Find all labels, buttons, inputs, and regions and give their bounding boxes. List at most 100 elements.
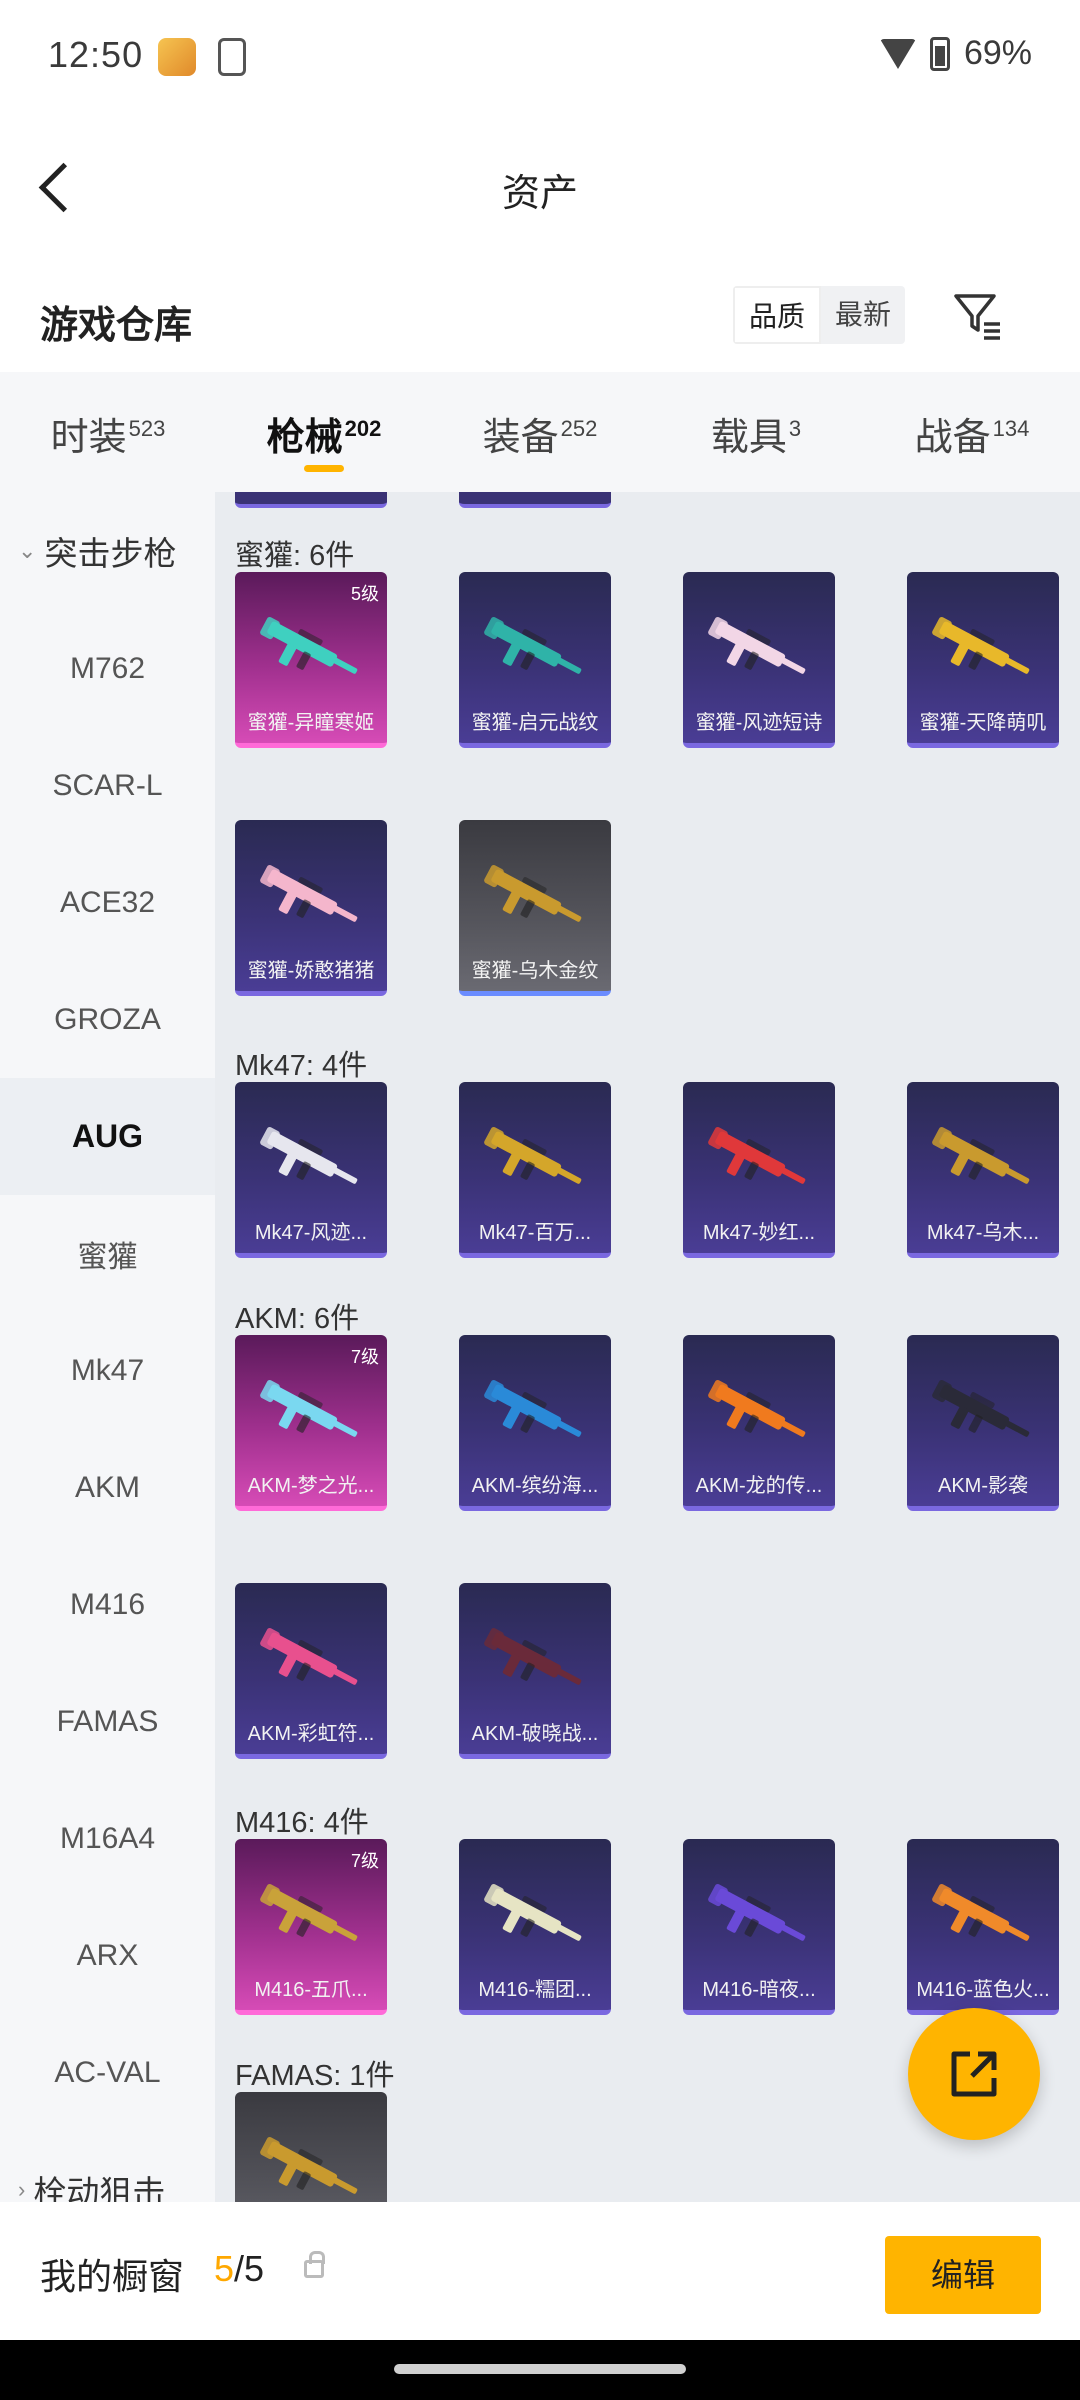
sidebar-item[interactable]: ARX xyxy=(0,1897,215,2014)
weapon-name: 蜜獾-娇憨猪猪 xyxy=(247,960,375,982)
weapon-name: 蜜獾-启元战纹 xyxy=(471,712,599,734)
weapon-skin-image xyxy=(708,1379,806,1437)
lock-icon xyxy=(304,2251,325,2278)
battery-percent: 69% xyxy=(963,34,1032,72)
showcase-total: /5 xyxy=(234,2248,265,2289)
sidebar-item[interactable]: AC-VAL xyxy=(0,2014,215,2131)
tab-label: 载具 xyxy=(710,417,787,459)
section-title: 蜜獾: 6件 xyxy=(235,540,355,572)
weapon-skin-image xyxy=(932,1379,1030,1437)
tab-firearms[interactable]: 枪械202 xyxy=(216,372,432,492)
weapon-card[interactable]: AKM-缤纷海... xyxy=(459,1335,611,1511)
weapon-card[interactable]: AKM-影袭 xyxy=(907,1335,1059,1511)
level-badge: 5级 xyxy=(350,584,379,604)
top-app-bar: 资产 xyxy=(0,110,1080,260)
weapon-name: M416-糯团... xyxy=(478,1979,592,2001)
weapon-card[interactable]: AKM-彩虹符... xyxy=(235,1583,387,1759)
sidebar-item[interactable]: M416 xyxy=(0,1546,215,1663)
tab-label: 时装 xyxy=(50,417,127,459)
sort-quality-button[interactable]: 品质 xyxy=(733,286,822,344)
weapon-card[interactable]: 蜜獾-娇憨猪猪 xyxy=(235,820,387,996)
sidebar-item[interactable]: Mk47 xyxy=(0,1312,215,1429)
app-notification-icon xyxy=(158,38,196,76)
weapon-skin-image xyxy=(484,616,582,674)
weapon-card[interactable]: 7级 AKM-梦之光... xyxy=(235,1335,387,1511)
section-title: AKM: 6件 xyxy=(235,1303,360,1335)
weapon-sidebar: ⌄ 突击步枪 M762 SCAR-L ACE32 GROZA AUG 蜜獾 Mk47 AKM M… xyxy=(0,492,215,2202)
section-title: M416: 4件 xyxy=(235,1807,369,1839)
sidebar-item[interactable]: M16A4 xyxy=(0,1780,215,1897)
sidebar-item[interactable]: FAMAS xyxy=(0,1663,215,1780)
weapon-card[interactable]: 5级蜜獾-异瞳寒姬 xyxy=(235,572,387,748)
sidebar-item[interactable]: ACE32 xyxy=(0,844,215,961)
weapon-card[interactable]: Mk47-百万... xyxy=(459,1082,611,1258)
partial-card[interactable] xyxy=(459,492,611,508)
tab-equipment[interactable]: 装备252 xyxy=(432,372,648,492)
weapon-card[interactable]: M416-暗夜... xyxy=(683,1839,835,2015)
weapon-skin-image xyxy=(932,1883,1030,1941)
sort-latest-button[interactable]: 最新 xyxy=(821,286,905,344)
sidebar-category-assault-rifle[interactable]: ⌄ 突击步枪 xyxy=(0,492,215,610)
weapon-card[interactable]: M416-蓝色火... xyxy=(907,1839,1059,2015)
tab-costume[interactable]: 时装523 xyxy=(0,372,216,492)
external-link-icon xyxy=(951,2051,997,2097)
page-title: 资产 xyxy=(501,173,578,215)
warehouse-header: 游戏仓库 品质 最新 xyxy=(0,260,1080,372)
tab-vehicles[interactable]: 载具3 xyxy=(648,372,864,492)
edit-button[interactable]: 编辑 xyxy=(885,2236,1041,2314)
weapon-card[interactable]: 7级 M416-五爪... xyxy=(235,1839,387,2015)
sidebar-item[interactable]: AKM xyxy=(0,1429,215,1546)
tab-count: 134 xyxy=(992,416,1030,442)
weapon-card[interactable]: Mk47-风迹... xyxy=(235,1082,387,1258)
weapon-skin-image xyxy=(708,1126,806,1184)
tab-count: 252 xyxy=(560,416,598,442)
weapon-card[interactable]: Mk47-妙红... xyxy=(683,1082,835,1258)
weapon-skin-image xyxy=(484,864,582,922)
tab-label: 枪械 xyxy=(266,417,343,459)
sidebar-category-bolt-sniper[interactable]: › 栓动狙击 xyxy=(0,2131,215,2202)
weapon-skin-image xyxy=(932,616,1030,674)
section-title: FAMAS: 1件 xyxy=(235,2060,395,2092)
status-bar: 12:50 69% xyxy=(0,0,1080,110)
weapon-name: Mk47-百万... xyxy=(478,1222,592,1244)
share-fab[interactable] xyxy=(908,2008,1040,2140)
showcase-bar: 我的橱窗 5/5 编辑 xyxy=(0,2202,1080,2340)
home-gesture-handle[interactable] xyxy=(394,2364,686,2374)
tab-label: 装备 xyxy=(482,417,559,459)
weapon-name: M416-蓝色火... xyxy=(916,1979,1050,2001)
sidebar-category-label: 栓动狙击 xyxy=(33,2174,166,2202)
weapon-name: Mk47-乌木... xyxy=(926,1222,1040,1244)
weapon-skin-image xyxy=(484,1379,582,1437)
sidebar-item[interactable]: M762 xyxy=(0,610,215,727)
weapon-name: Mk47-风迹... xyxy=(254,1222,368,1244)
weapon-card[interactable]: 蜜獾-启元战纹 xyxy=(459,572,611,748)
weapon-card[interactable]: M416-糯团... xyxy=(459,1839,611,2015)
weapon-skin-image xyxy=(260,1379,358,1437)
weapon-card[interactable]: 蜜獾-乌木金纹 xyxy=(459,820,611,996)
sidebar-item[interactable]: SCAR-L xyxy=(0,727,215,844)
sidebar-item[interactable]: GROZA xyxy=(0,961,215,1078)
tab-supplies[interactable]: 战备134 xyxy=(864,372,1080,492)
weapon-skin-image xyxy=(484,1627,582,1685)
phone-sync-icon xyxy=(218,38,246,76)
sidebar-item[interactable]: 蜜獾 xyxy=(0,1195,215,1312)
tab-count: 3 xyxy=(788,416,802,442)
filter-icon[interactable] xyxy=(950,286,1006,342)
weapon-name: 蜜獾-异瞳寒姬 xyxy=(247,712,375,734)
weapon-name: AKM-缤纷海... xyxy=(471,1475,599,1497)
weapon-card[interactable]: AKM-破晓战... xyxy=(459,1583,611,1759)
weapon-skin-image xyxy=(484,1883,582,1941)
weapon-card[interactable]: Mk47-乌木... xyxy=(907,1082,1059,1258)
weapon-card[interactable]: AKM-龙的传... xyxy=(683,1335,835,1511)
weapon-skin-image xyxy=(260,2136,358,2194)
sidebar-item[interactable]: AUG xyxy=(0,1078,215,1195)
weapon-name: M416-五爪... xyxy=(254,1979,368,2001)
weapon-card[interactable]: 蜜獾-风迹短诗 xyxy=(683,572,835,748)
weapon-card[interactable]: 蜜獾-天降萌叽 xyxy=(907,572,1059,748)
weapon-card[interactable] xyxy=(235,2092,387,2202)
weapon-name: 蜜獾-天降萌叽 xyxy=(919,712,1047,734)
level-badge: 7级 xyxy=(350,1851,379,1871)
chevron-down-icon: ⌄ xyxy=(18,538,37,563)
partial-card[interactable] xyxy=(235,492,387,508)
showcase-count: 5/5 xyxy=(214,2248,264,2290)
